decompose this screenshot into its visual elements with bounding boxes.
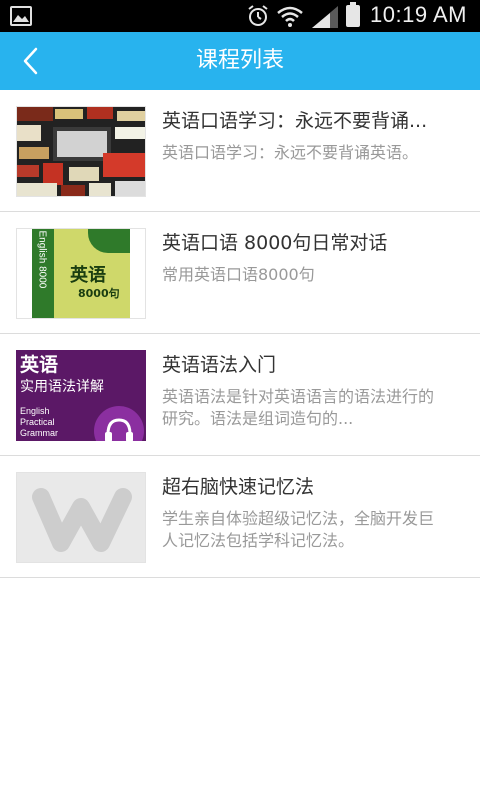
course-description: 英语口语学习：永远不要背诵英语。 — [162, 143, 419, 162]
course-title: 英语口语学习：永远不要背诵... — [162, 110, 428, 132]
grammar-cover-subtitle: 实用语法详解 — [20, 379, 104, 395]
course-title: 英语语法入门 — [162, 354, 277, 376]
book-cover-subtitle: 8000句 — [78, 287, 120, 300]
placeholder-logo-thumbnail — [16, 472, 146, 563]
battery-icon — [346, 2, 360, 27]
alarm-icon — [246, 4, 270, 32]
title-bar: 课程列表 — [0, 32, 480, 90]
book-corner — [88, 229, 130, 253]
chevron-left-icon — [23, 47, 38, 75]
course-title: 英语口语 8000句日常对话 — [162, 232, 388, 254]
course-item[interactable]: 英语 实用语法详解 English Practical Grammar 英语语法… — [0, 334, 480, 456]
back-button[interactable] — [10, 40, 52, 82]
grammar-cover-en-1: English — [20, 406, 50, 416]
course-item[interactable]: English 8000 英语 8000句 英语口语 8000句日常对话 常用英… — [0, 212, 480, 334]
status-time: 10:19 AM — [370, 2, 467, 27]
course-list: 英语口语学习：永远不要背诵... 英语口语学习：永远不要背诵英语。 Englis… — [0, 90, 480, 578]
grammar-cover-en-3: Grammar — [20, 428, 58, 438]
grammar-cover-title: 英语 — [20, 354, 59, 376]
book-cover: English 8000 英语 8000句 — [32, 229, 130, 318]
course-description: 常用英语口语8000句 — [162, 265, 315, 284]
course-item[interactable]: 英语口语学习：永远不要背诵... 英语口语学习：永远不要背诵英语。 — [0, 90, 480, 212]
book-spine: English 8000 — [32, 229, 54, 318]
status-bar: 10:19 AM — [0, 0, 480, 32]
book-cover-title: 英语 — [70, 265, 106, 286]
wifi-icon — [276, 4, 304, 32]
signal-icon — [312, 6, 338, 32]
headphone-icon — [94, 406, 144, 441]
course-description: 学生亲自体验超级记忆法，全脑开发巨人记忆法包括学科记忆法。 — [162, 509, 435, 550]
grammar-cover-thumbnail: 英语 实用语法详解 English Practical Grammar — [16, 350, 146, 441]
page-title: 课程列表 — [195, 48, 284, 73]
course-item[interactable]: 超右脑快速记忆法 学生亲自体验超级记忆法，全脑开发巨人记忆法包括学科记忆法。 — [0, 456, 480, 578]
course-title: 超右脑快速记忆法 — [162, 476, 315, 498]
gallery-icon — [10, 6, 32, 26]
book-spine-text: English 8000 — [36, 230, 48, 289]
word-collage-thumbnail — [16, 106, 146, 197]
grammar-cover-en-2: Practical — [20, 417, 55, 427]
course-description: 英语语法是针对英语语言的语法进行的研究。语法是组词造句的... — [162, 387, 435, 428]
book-cover-thumbnail: English 8000 英语 8000句 — [16, 228, 146, 319]
